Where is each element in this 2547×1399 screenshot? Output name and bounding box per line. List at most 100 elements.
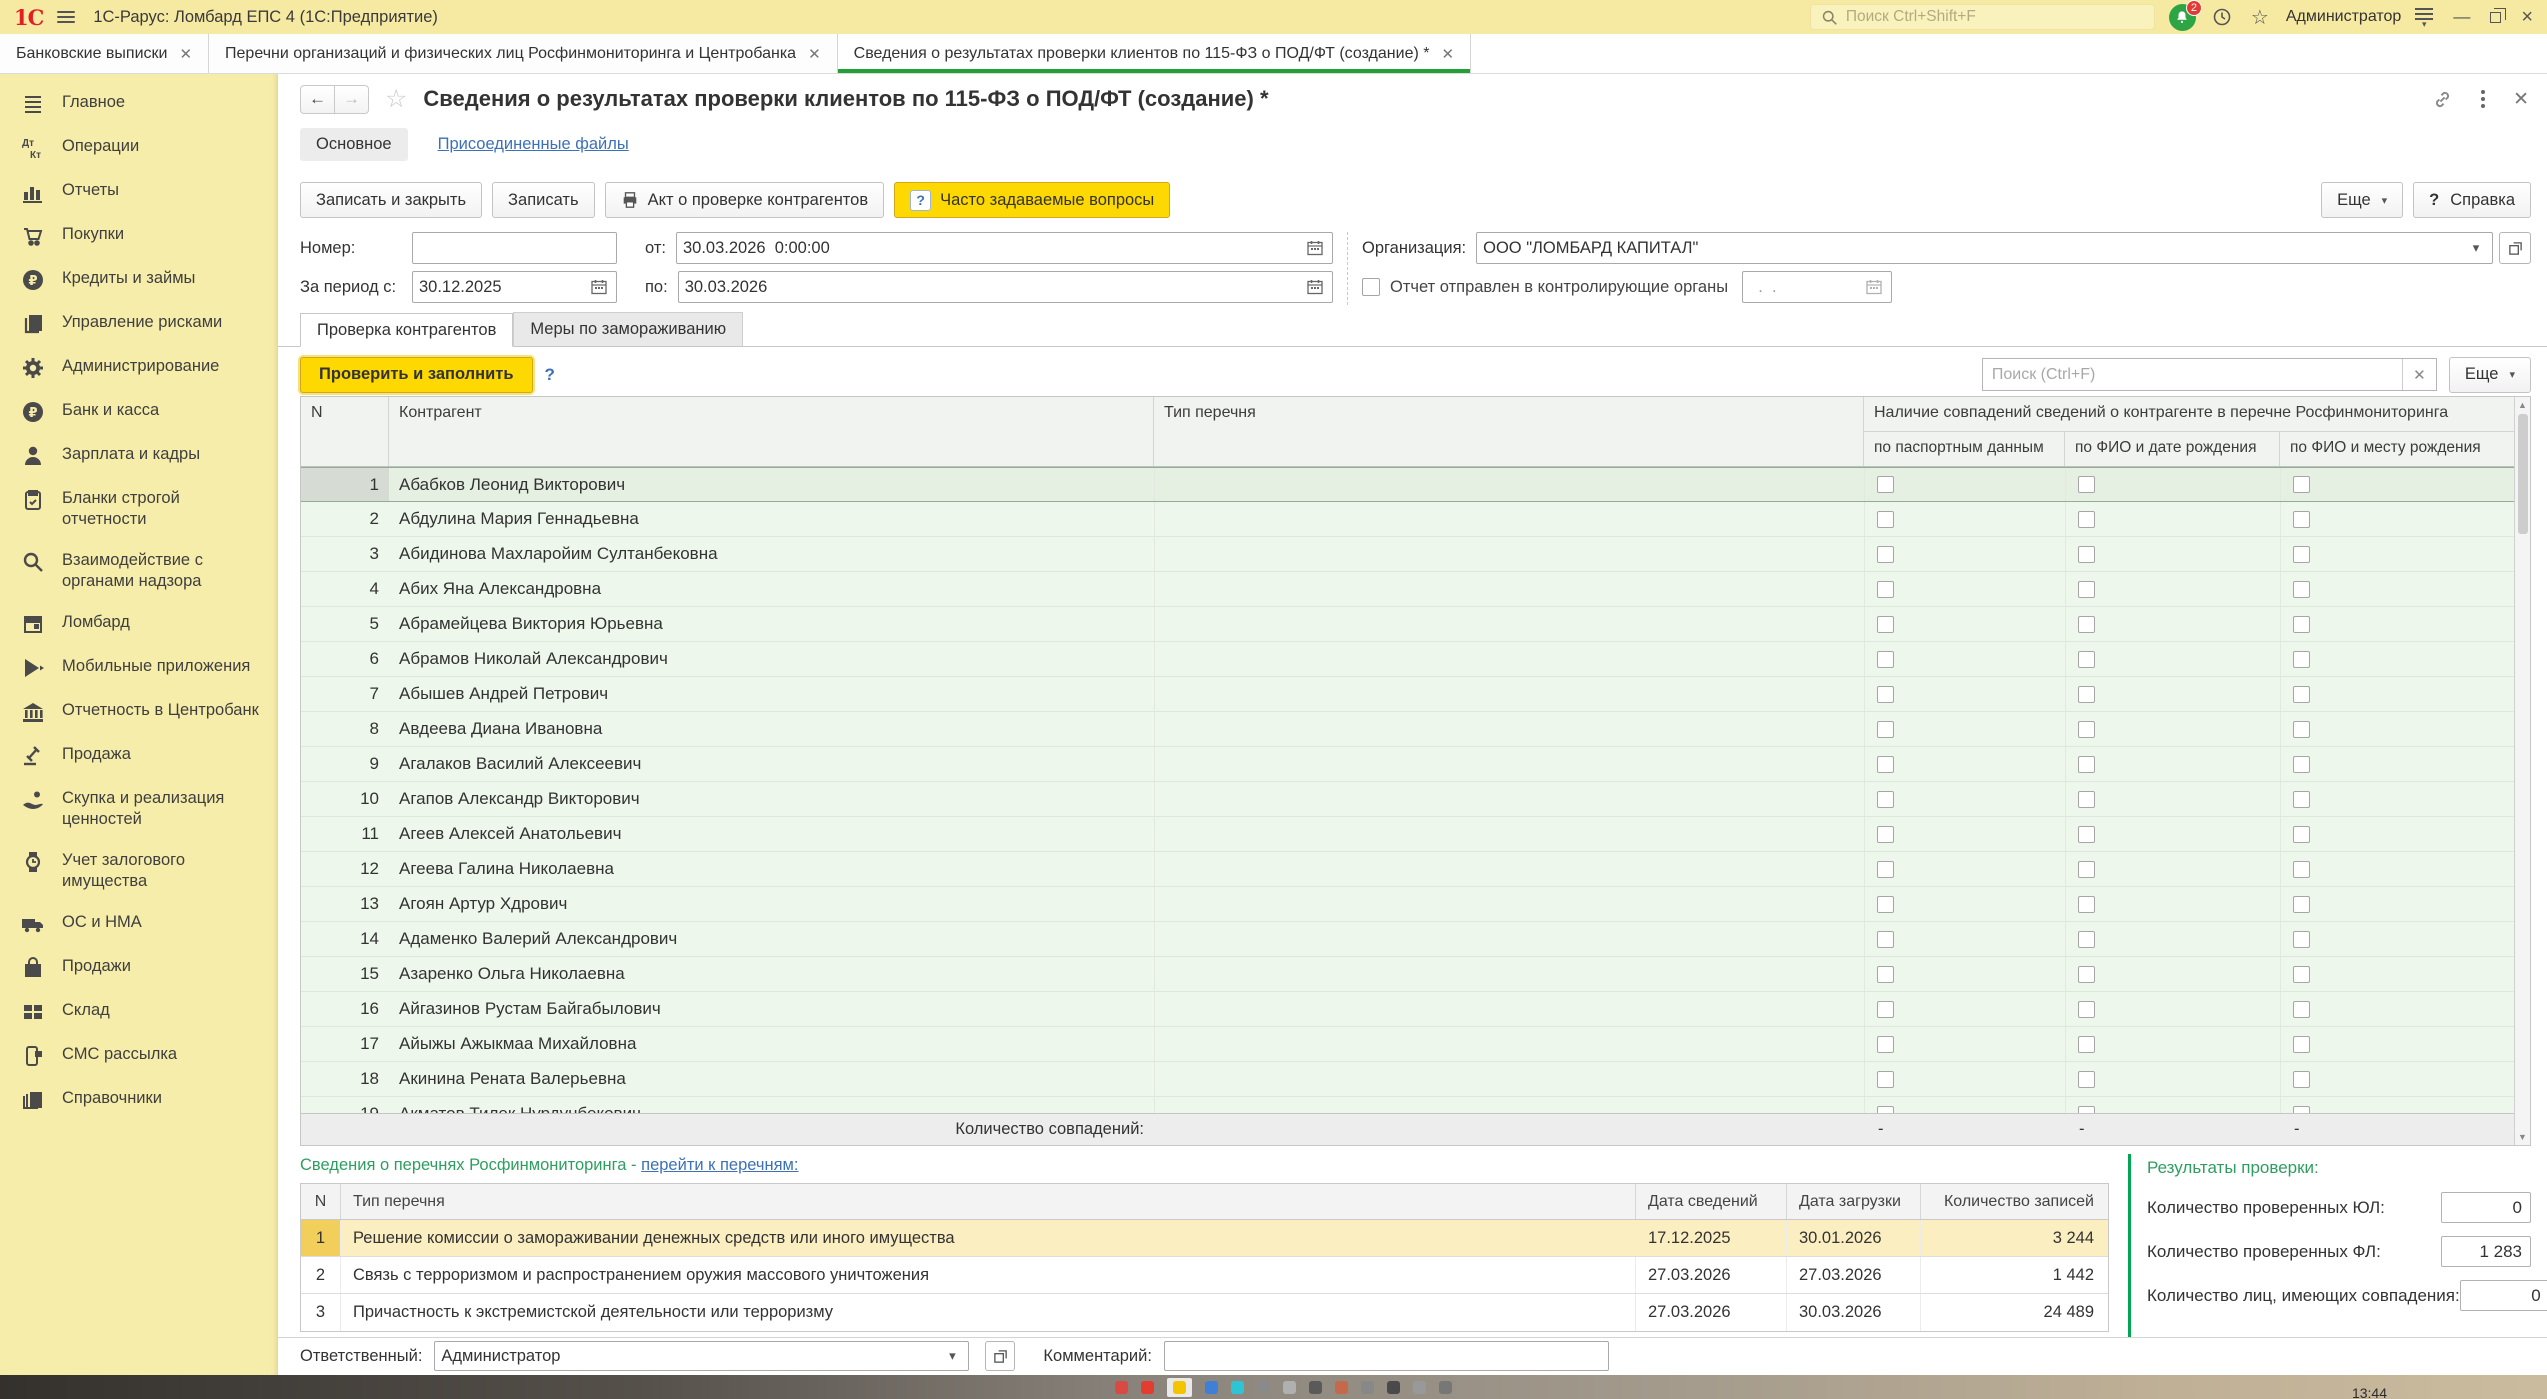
window-tab[interactable]: Банковские выписки✕ xyxy=(0,34,209,73)
match-checkbox[interactable] xyxy=(2293,476,2310,493)
sidebar-item[interactable]: Покупки xyxy=(0,214,278,258)
sidebar-item[interactable]: Взаимодействие с органами надзора xyxy=(0,540,278,602)
match-checkbox[interactable] xyxy=(2078,686,2095,703)
match-checkbox[interactable] xyxy=(2293,791,2310,808)
match-checkbox[interactable] xyxy=(2293,651,2310,668)
list-row[interactable]: 3Причастность к экстремистской деятельно… xyxy=(301,1294,2108,1331)
sidebar-item[interactable]: Склад xyxy=(0,990,278,1034)
match-checkbox[interactable] xyxy=(2078,616,2095,633)
period-from-field[interactable] xyxy=(412,271,617,303)
sidebar-item[interactable]: Продажа xyxy=(0,734,278,778)
result-value[interactable] xyxy=(2441,1192,2531,1223)
close-window-button[interactable]: × xyxy=(2521,6,2533,29)
match-checkbox[interactable] xyxy=(1877,756,1894,773)
match-checkbox[interactable] xyxy=(2078,931,2095,948)
notifications-icon[interactable]: 2 xyxy=(2169,4,2196,31)
tab-close-icon[interactable]: ✕ xyxy=(1441,45,1454,63)
go-to-lists-link[interactable]: перейти к перечням: xyxy=(641,1156,798,1174)
minimize-button[interactable]: — xyxy=(2453,7,2470,27)
match-checkbox[interactable] xyxy=(2293,686,2310,703)
match-checkbox[interactable] xyxy=(2293,896,2310,913)
calendar-icon[interactable] xyxy=(1304,279,1326,295)
match-checkbox[interactable] xyxy=(1877,791,1894,808)
match-checkbox[interactable] xyxy=(1877,966,1894,983)
open-responsible-button[interactable] xyxy=(985,1341,1015,1371)
history-icon[interactable] xyxy=(2210,5,2234,29)
match-checkbox[interactable] xyxy=(2293,511,2310,528)
calendar-icon[interactable] xyxy=(588,279,610,295)
match-checkbox[interactable] xyxy=(1877,616,1894,633)
sidebar-item[interactable]: Бланки строгой отчетности xyxy=(0,478,278,540)
match-checkbox[interactable] xyxy=(2078,721,2095,738)
act-print-button[interactable]: Акт о проверке контрагентов xyxy=(605,182,885,218)
sidebar-item[interactable]: Администрирование xyxy=(0,346,278,390)
match-checkbox[interactable] xyxy=(2293,1001,2310,1018)
match-checkbox[interactable] xyxy=(2293,1036,2310,1053)
taskbar-app-icon[interactable] xyxy=(1205,1381,1218,1394)
contractor-row[interactable]: 14Адаменко Валерий Александрович xyxy=(301,922,2514,957)
col-by-passport[interactable]: по паспортным данным xyxy=(1864,432,2065,466)
window-tab[interactable]: Сведения о результатах проверки клиентов… xyxy=(838,34,1471,73)
contractor-row[interactable]: 11Агеев Алексей Анатольевич xyxy=(301,817,2514,852)
match-checkbox[interactable] xyxy=(1877,581,1894,598)
match-checkbox[interactable] xyxy=(1877,1106,1894,1114)
sidebar-item[interactable]: Учет залогового имущества xyxy=(0,840,278,902)
sidebar-item[interactable]: Мобильные приложения xyxy=(0,646,278,690)
sidebar-item[interactable]: СМС рассылка xyxy=(0,1034,278,1078)
taskbar-app-icon[interactable] xyxy=(1413,1381,1426,1394)
sidebar-item[interactable]: Продажи xyxy=(0,946,278,990)
contractor-row[interactable]: 19Акматов Тилек Нурдунбекович xyxy=(301,1097,2514,1113)
help-button[interactable]: ?Справка xyxy=(2413,182,2531,218)
list-row[interactable]: 2Связь с терроризмом и распространением … xyxy=(301,1257,2108,1294)
match-checkbox[interactable] xyxy=(2293,931,2310,948)
match-checkbox[interactable] xyxy=(2078,1071,2095,1088)
match-checkbox[interactable] xyxy=(2293,581,2310,598)
match-checkbox[interactable] xyxy=(2293,826,2310,843)
result-value[interactable] xyxy=(2460,1280,2547,1311)
match-checkbox[interactable] xyxy=(1877,651,1894,668)
back-button[interactable]: ← xyxy=(300,85,335,114)
taskbar-app-icon[interactable] xyxy=(1309,1381,1322,1394)
check-help-link[interactable]: ? xyxy=(545,365,555,385)
sidebar-item[interactable]: Отчеты xyxy=(0,170,278,214)
col-by-name-birthdate[interactable]: по ФИО и дате рождения xyxy=(2065,432,2280,466)
match-checkbox[interactable] xyxy=(1877,1071,1894,1088)
sidebar-item[interactable]: ₽Банк и касса xyxy=(0,390,278,434)
match-checkbox[interactable] xyxy=(2078,756,2095,773)
table-more-button[interactable]: Еще▾ xyxy=(2449,357,2531,393)
taskbar-app-icon[interactable] xyxy=(1115,1381,1128,1394)
match-checkbox[interactable] xyxy=(2078,1036,2095,1053)
contractor-row[interactable]: 9Агалаков Василий Алексеевич xyxy=(301,747,2514,782)
forward-button[interactable]: → xyxy=(334,85,369,114)
result-value[interactable] xyxy=(2441,1236,2531,1267)
col-n[interactable]: N xyxy=(301,397,389,466)
sidebar-item[interactable]: Скупка и реализация ценностей xyxy=(0,778,278,840)
favorites-star-icon[interactable]: ☆ xyxy=(2248,5,2272,29)
main-menu-icon[interactable] xyxy=(57,11,75,23)
sidebar-item[interactable]: Зарплата и кадры xyxy=(0,434,278,478)
match-checkbox[interactable] xyxy=(2078,546,2095,563)
tools-menu-icon[interactable]: ▾ xyxy=(2415,8,2433,26)
match-checkbox[interactable] xyxy=(2293,1106,2310,1114)
match-checkbox[interactable] xyxy=(2078,861,2095,878)
contractor-row[interactable]: 17Айыжы Ажыкмаа Михайловна xyxy=(301,1027,2514,1062)
match-checkbox[interactable] xyxy=(2078,966,2095,983)
match-checkbox[interactable] xyxy=(2078,791,2095,808)
match-checkbox[interactable] xyxy=(2078,511,2095,528)
calendar-icon[interactable] xyxy=(1863,279,1885,295)
scroll-down-icon[interactable]: ▼ xyxy=(2518,1132,2527,1142)
document-date-field[interactable] xyxy=(676,232,1333,264)
match-checkbox[interactable] xyxy=(2078,1106,2095,1114)
scroll-up-icon[interactable]: ▲ xyxy=(2518,400,2527,410)
scrollbar-thumb[interactable] xyxy=(2518,414,2528,534)
match-checkbox[interactable] xyxy=(2293,1071,2310,1088)
sidebar-item[interactable]: Ломбард xyxy=(0,602,278,646)
table-search[interactable]: ✕ xyxy=(1982,358,2437,391)
match-checkbox[interactable] xyxy=(2078,651,2095,668)
match-checkbox[interactable] xyxy=(1877,861,1894,878)
match-checkbox[interactable] xyxy=(1877,686,1894,703)
contractor-row[interactable]: 7Абышев Андрей Петрович xyxy=(301,677,2514,712)
match-checkbox[interactable] xyxy=(2293,966,2310,983)
sidebar-item[interactable]: ДтКтОперации xyxy=(0,126,278,170)
col-contractor[interactable]: Контрагент xyxy=(389,397,1154,466)
